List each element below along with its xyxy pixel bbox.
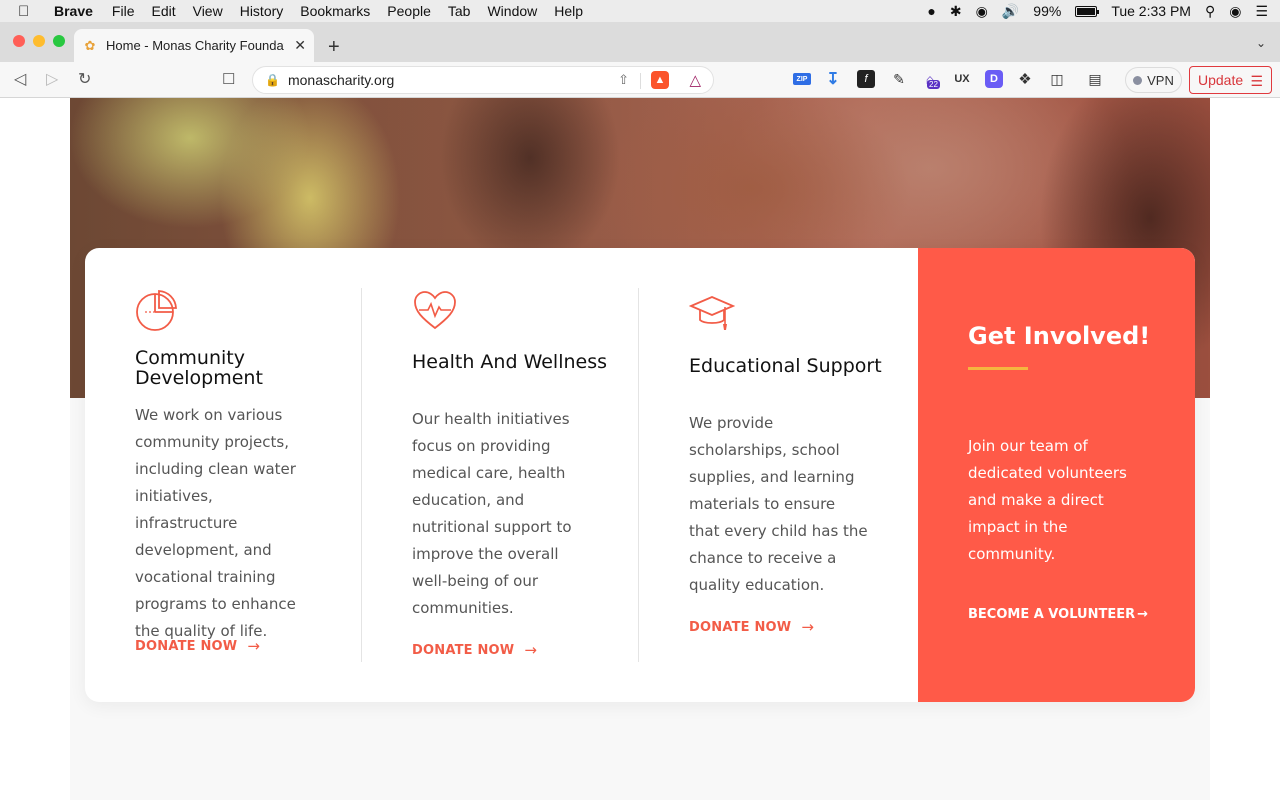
service-title: Educational Support bbox=[689, 355, 882, 377]
forward-button[interactable]: ▷ bbox=[46, 69, 58, 89]
wallet-icon[interactable]: ▤ bbox=[1086, 70, 1104, 88]
macos-menu-bar:  Brave File Edit View History Bookmarks… bbox=[0, 0, 1280, 22]
spotlight-search-icon[interactable]: ⚲ bbox=[1205, 3, 1215, 20]
update-button[interactable]: Update ☰ bbox=[1189, 66, 1272, 94]
web-page: Community Development We work on various… bbox=[0, 98, 1280, 800]
brave-shields-icon[interactable]: ▲ bbox=[651, 71, 669, 89]
people-logo-icon: ✿ bbox=[84, 37, 96, 53]
get-involved-title: Get Involved! bbox=[968, 322, 1151, 350]
battery-percent: 99% bbox=[1033, 3, 1062, 19]
vpn-button[interactable]: VPN bbox=[1125, 67, 1182, 93]
title-underline bbox=[968, 367, 1028, 370]
service-title: Community Development bbox=[135, 347, 263, 389]
service-description: Our health initiatives focus on providin… bbox=[412, 410, 572, 617]
minimize-window-button[interactable] bbox=[33, 35, 45, 47]
heart-pulse-icon bbox=[414, 291, 456, 330]
donate-now-link[interactable]: DONATE NOW → bbox=[135, 637, 260, 655]
get-involved-panel: Get Involved! Join our team of dedicated… bbox=[918, 248, 1195, 702]
menu-app-name[interactable]: Brave bbox=[54, 3, 93, 19]
menu-file[interactable]: File bbox=[112, 3, 135, 19]
browser-toolbar: ◁ ▷ ↻ ☐ 🔒 monascharity.org ⇧ ▲ △ ZIP ↧ f… bbox=[0, 62, 1280, 98]
menu-people[interactable]: People bbox=[387, 3, 431, 19]
tab-title: Home - Monas Charity Foundation bbox=[106, 38, 284, 53]
new-tab-button[interactable]: + bbox=[328, 36, 340, 59]
volume-icon[interactable]: 🔊 bbox=[1002, 3, 1019, 20]
arrow-right-icon: → bbox=[1137, 607, 1148, 622]
clock[interactable]: Tue 2:33 PM bbox=[1111, 3, 1191, 19]
menu-window[interactable]: Window bbox=[487, 3, 537, 19]
graduation-cap-icon bbox=[689, 296, 735, 330]
menu-history[interactable]: History bbox=[240, 3, 284, 19]
vpn-label: VPN bbox=[1147, 72, 1174, 88]
siri-icon[interactable]: ◉ bbox=[1229, 3, 1241, 20]
lock-icon[interactable]: 🔒 bbox=[265, 73, 280, 87]
close-tab-icon[interactable]: ✕ bbox=[294, 37, 306, 54]
become-volunteer-link[interactable]: BECOME A VOLUNTEER → bbox=[968, 607, 1148, 622]
menu-view[interactable]: View bbox=[193, 3, 223, 19]
battery-icon[interactable] bbox=[1075, 5, 1100, 17]
services-card: Community Development We work on various… bbox=[85, 248, 1195, 702]
bluetooth-icon[interactable]: ✱ bbox=[950, 3, 962, 20]
brave-rewards-icon[interactable]: △ bbox=[689, 71, 701, 89]
ux-extension-icon[interactable]: UX bbox=[953, 70, 971, 88]
back-button[interactable]: ◁ bbox=[14, 69, 26, 89]
fx-extension-icon[interactable]: f bbox=[857, 70, 875, 88]
vpn-status-dot bbox=[1133, 75, 1143, 85]
service-educational-support: Educational Support We provide scholarsh… bbox=[639, 248, 916, 702]
fullscreen-window-button[interactable] bbox=[53, 35, 65, 47]
bookmark-icon[interactable]: ☐ bbox=[222, 70, 235, 88]
arrow-right-icon: → bbox=[801, 618, 815, 636]
service-title: Health And Wellness bbox=[412, 351, 608, 373]
address-bar-divider bbox=[640, 73, 641, 89]
menu-edit[interactable]: Edit bbox=[151, 3, 175, 19]
menu-tab[interactable]: Tab bbox=[448, 3, 471, 19]
service-description: We work on various community projects, i… bbox=[135, 406, 296, 640]
service-health-and-wellness: Health And Wellness Our health initiativ… bbox=[362, 248, 639, 702]
tab-strip: ✿ Home - Monas Charity Foundation ✕ + ⌄ bbox=[0, 22, 1280, 62]
zip-extension-icon[interactable]: ZIP bbox=[793, 73, 811, 85]
update-label: Update bbox=[1198, 72, 1244, 88]
apple-menu-icon[interactable]:  bbox=[18, 3, 36, 20]
wifi-icon[interactable]: ◉ bbox=[976, 3, 988, 20]
arrow-right-icon: → bbox=[524, 641, 538, 659]
address-bar[interactable]: 🔒 monascharity.org ⇧ ▲ △ bbox=[252, 66, 714, 94]
extensions-puzzle-icon[interactable]: ❖ bbox=[1016, 70, 1034, 88]
donate-now-link[interactable]: DONATE NOW → bbox=[689, 618, 814, 636]
battery-fill bbox=[1077, 7, 1096, 15]
control-center-icon[interactable]: ☰ bbox=[1255, 3, 1268, 20]
menu-help[interactable]: Help bbox=[554, 3, 583, 19]
menu-bookmarks[interactable]: Bookmarks bbox=[300, 3, 370, 19]
house-extension-badge: 22 bbox=[927, 80, 940, 89]
tab-search-chevron-icon[interactable]: ⌄ bbox=[1256, 36, 1266, 50]
download-extension-icon[interactable]: ↧ bbox=[824, 70, 842, 88]
d-extension-icon[interactable]: D bbox=[985, 70, 1003, 88]
creative-cloud-icon[interactable]: ● bbox=[927, 3, 935, 19]
arrow-right-icon: → bbox=[247, 637, 261, 655]
donate-now-link[interactable]: DONATE NOW → bbox=[412, 641, 537, 659]
reload-button[interactable]: ↻ bbox=[78, 69, 91, 89]
service-community-development: Community Development We work on various… bbox=[85, 248, 362, 702]
active-tab[interactable]: ✿ Home - Monas Charity Foundation ✕ bbox=[74, 29, 314, 62]
sidebar-toggle-icon[interactable]: ◫ bbox=[1048, 70, 1066, 88]
url-text[interactable]: monascharity.org bbox=[288, 72, 394, 88]
close-window-button[interactable] bbox=[13, 35, 25, 47]
pie-chart-icon bbox=[136, 290, 177, 331]
status-area: ● ✱ ◉ 🔊 99% Tue 2:33 PM ⚲ ◉ ☰ bbox=[927, 0, 1268, 22]
donate-now-label: DONATE NOW bbox=[412, 642, 515, 658]
house-extension-icon[interactable]: ⌂ 22 bbox=[921, 70, 940, 89]
service-description: We provide scholarships, school supplies… bbox=[689, 414, 868, 594]
menu-hamburger-icon: ☰ bbox=[1250, 73, 1263, 89]
share-icon[interactable]: ⇧ bbox=[618, 72, 629, 88]
donate-now-label: DONATE NOW bbox=[689, 619, 792, 635]
become-volunteer-label: BECOME A VOLUNTEER bbox=[968, 607, 1136, 622]
donate-now-label: DONATE NOW bbox=[135, 638, 238, 654]
eyedropper-extension-icon[interactable]: ✎ bbox=[890, 70, 908, 88]
get-involved-description: Join our team of dedicated volunteers an… bbox=[968, 437, 1127, 563]
